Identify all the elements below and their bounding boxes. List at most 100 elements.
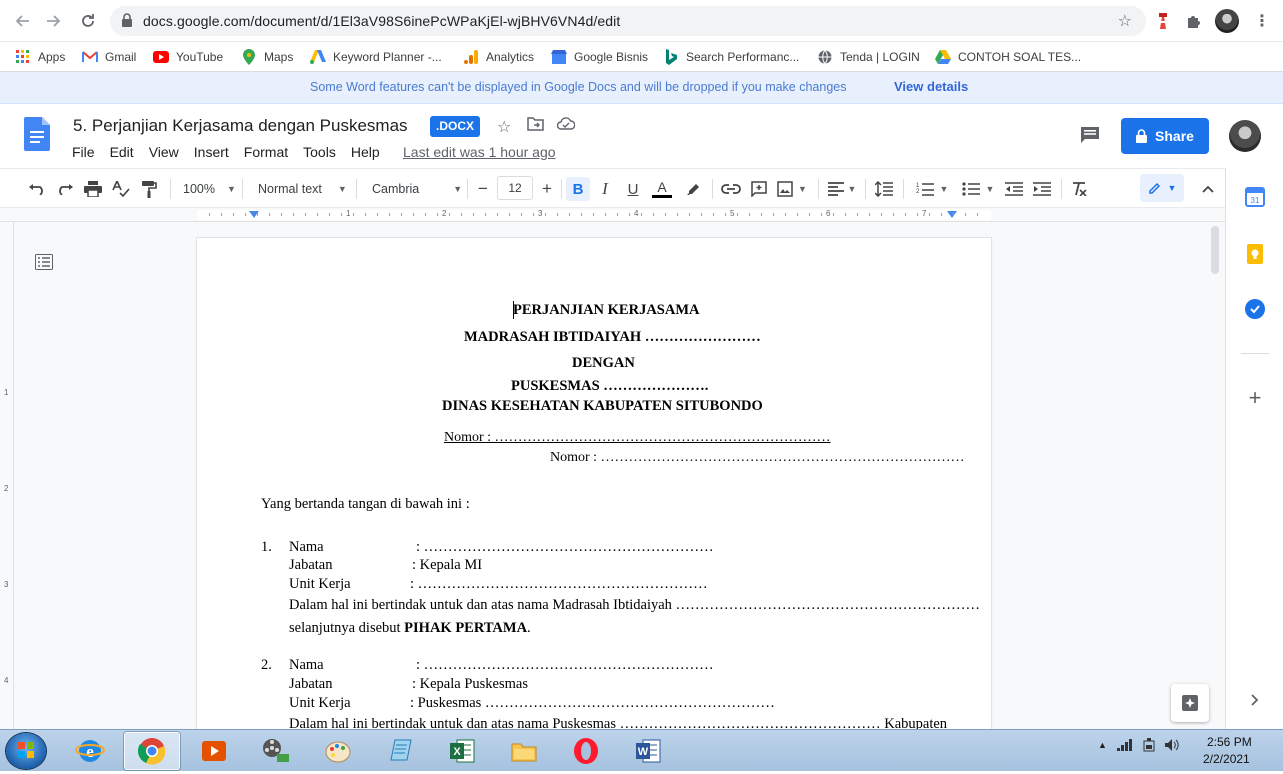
bookmark-tenda-login[interactable]: Tenda | LOGIN — [817, 46, 920, 68]
font-family-select[interactable]: Cambria ▼ — [372, 177, 462, 201]
increase-indent-icon[interactable] — [1031, 177, 1053, 201]
star-icon[interactable]: ☆ — [497, 117, 511, 137]
bookmark-google-bisnis[interactable]: Google Bisnis — [551, 46, 648, 68]
volume-icon[interactable] — [1164, 739, 1179, 751]
menu-file[interactable]: File — [72, 144, 95, 160]
address-bar[interactable]: docs.google.com/document/d/1El3aV98S6ine… — [110, 6, 1146, 36]
start-button[interactable] — [6, 733, 46, 769]
numbered-list-icon[interactable]: 12 ▼ — [912, 177, 952, 201]
docs-logo-icon[interactable] — [24, 117, 50, 151]
menu-format[interactable]: Format — [244, 144, 288, 160]
hide-menus-chevron-up-icon[interactable] — [1197, 177, 1219, 201]
clock-time[interactable]: 2:56 PM — [1207, 735, 1252, 749]
bookmark-gmail[interactable]: Gmail — [82, 46, 136, 68]
paint-palette-icon — [325, 741, 351, 763]
redo-icon[interactable] — [54, 177, 76, 201]
print-icon[interactable] — [82, 177, 104, 201]
taskbar-notepad[interactable] — [372, 732, 428, 770]
menu-view[interactable]: View — [149, 144, 179, 160]
profile-avatar[interactable] — [1215, 9, 1239, 33]
ruler-tick — [881, 213, 882, 216]
taskbar-file-explorer[interactable] — [496, 732, 552, 770]
italic-button[interactable]: I — [594, 177, 616, 201]
decrease-indent-icon[interactable] — [1003, 177, 1025, 201]
network-signal-icon[interactable] — [1116, 739, 1133, 751]
bold-button[interactable]: B — [566, 177, 590, 201]
toolbar-separator — [467, 179, 468, 199]
bookmark-search-performance[interactable]: Search Performanc... — [663, 46, 799, 68]
account-avatar[interactable] — [1229, 120, 1261, 152]
align-left-icon[interactable]: ▼ — [826, 177, 858, 201]
undo-icon[interactable] — [26, 177, 48, 201]
document-page[interactable]: PERJANJIAN KERJASAMA MADRASAH IBTIDAIYAH… — [197, 238, 991, 729]
ruler-tick — [845, 213, 846, 216]
url-text[interactable]: docs.google.com/document/d/1El3aV98S6ine… — [143, 13, 620, 29]
nomor-line-1: Nomor : ……………………………………………………………… — [444, 430, 831, 445]
ruler-tick — [389, 213, 390, 216]
spellcheck-icon[interactable] — [110, 177, 132, 201]
insert-image-icon[interactable]: ▼ — [776, 177, 808, 201]
clock-date[interactable]: 2/2/2021 — [1203, 752, 1250, 766]
document-outline-icon[interactable] — [35, 254, 53, 270]
clear-formatting-icon[interactable] — [1068, 177, 1090, 201]
bookmark-maps[interactable]: Maps — [241, 46, 293, 68]
menu-tools[interactable]: Tools — [303, 144, 336, 160]
ruler-tick — [221, 213, 222, 216]
extensions-puzzle-icon[interactable] — [1184, 11, 1204, 31]
increase-font-size-button[interactable]: + — [537, 177, 557, 201]
move-folder-icon[interactable] — [527, 117, 544, 136]
taskbar-internet-explorer[interactable]: e — [62, 732, 118, 770]
browser-menu-icon[interactable]: ⋮ — [1252, 11, 1272, 31]
keep-icon[interactable] — [1245, 244, 1265, 264]
taskbar-media-player[interactable] — [186, 732, 242, 770]
insert-link-icon[interactable] — [720, 177, 742, 201]
share-button[interactable]: Share — [1121, 118, 1209, 154]
document-title[interactable]: 5. Perjanjian Kerjasama dengan Puskesmas — [73, 116, 408, 136]
view-details-link[interactable]: View details — [894, 79, 968, 94]
paragraph-style-select[interactable]: Normal text ▼ — [258, 177, 347, 201]
add-addon-plus-icon[interactable]: + — [1245, 385, 1265, 410]
taskbar-word[interactable]: W — [620, 732, 676, 770]
decrease-font-size-button[interactable]: − — [473, 177, 493, 201]
cloud-status-icon[interactable] — [556, 117, 576, 135]
editing-mode-button[interactable]: ▼ — [1140, 174, 1184, 202]
expand-panel-chevron-right-icon[interactable] — [1245, 690, 1265, 710]
taskbar-excel[interactable]: X — [434, 732, 490, 770]
menu-insert[interactable]: Insert — [194, 144, 229, 160]
taskbar-opera[interactable] — [558, 732, 614, 770]
font-size-input[interactable]: 12 — [497, 176, 533, 200]
comments-icon[interactable] — [1080, 126, 1100, 144]
bookmark-youtube[interactable]: YouTube — [153, 46, 223, 68]
menu-edit[interactable]: Edit — [110, 144, 134, 160]
gmail-icon — [82, 49, 98, 65]
highlight-icon[interactable] — [682, 177, 704, 201]
extension-lighthouse-icon[interactable] — [1153, 11, 1173, 31]
zoom-select[interactable]: 100% ▼ — [183, 177, 236, 201]
bookmark-contoh-soal[interactable]: CONTOH SOAL TES... — [935, 46, 1081, 68]
line-spacing-icon[interactable] — [873, 177, 895, 201]
battery-power-icon[interactable] — [1143, 738, 1155, 752]
bookmark-keyword-planner[interactable]: Keyword Planner -... — [310, 46, 442, 68]
taskbar-movie-maker[interactable] — [248, 732, 304, 770]
bulleted-list-icon[interactable]: ▼ — [958, 177, 998, 201]
menu-help[interactable]: Help — [351, 144, 380, 160]
back-icon[interactable] — [10, 9, 34, 33]
taskbar-chrome[interactable] — [124, 732, 180, 770]
forward-icon[interactable] — [42, 9, 66, 33]
tasks-icon[interactable] — [1245, 299, 1265, 319]
right-indent-marker[interactable] — [947, 211, 957, 218]
explore-button[interactable] — [1171, 684, 1209, 722]
reload-icon[interactable] — [76, 9, 100, 33]
taskbar-paint[interactable] — [310, 732, 366, 770]
bookmark-analytics[interactable]: Analytics — [463, 46, 534, 68]
add-comment-icon[interactable] — [748, 177, 770, 201]
underline-button[interactable]: U — [622, 177, 644, 201]
calendar-icon[interactable]: 31 — [1245, 187, 1265, 207]
show-hidden-icons-chevron-up-icon[interactable]: ▲ — [1098, 740, 1107, 750]
bookmark-apps[interactable]: Apps — [15, 46, 65, 68]
last-edit-link[interactable]: Last edit was 1 hour ago — [403, 144, 556, 160]
paint-format-icon[interactable] — [138, 177, 160, 201]
bookmark-star-icon[interactable]: ☆ — [1118, 11, 1132, 31]
text-color-button[interactable]: A — [650, 177, 674, 201]
vertical-scrollbar[interactable] — [1211, 226, 1219, 274]
